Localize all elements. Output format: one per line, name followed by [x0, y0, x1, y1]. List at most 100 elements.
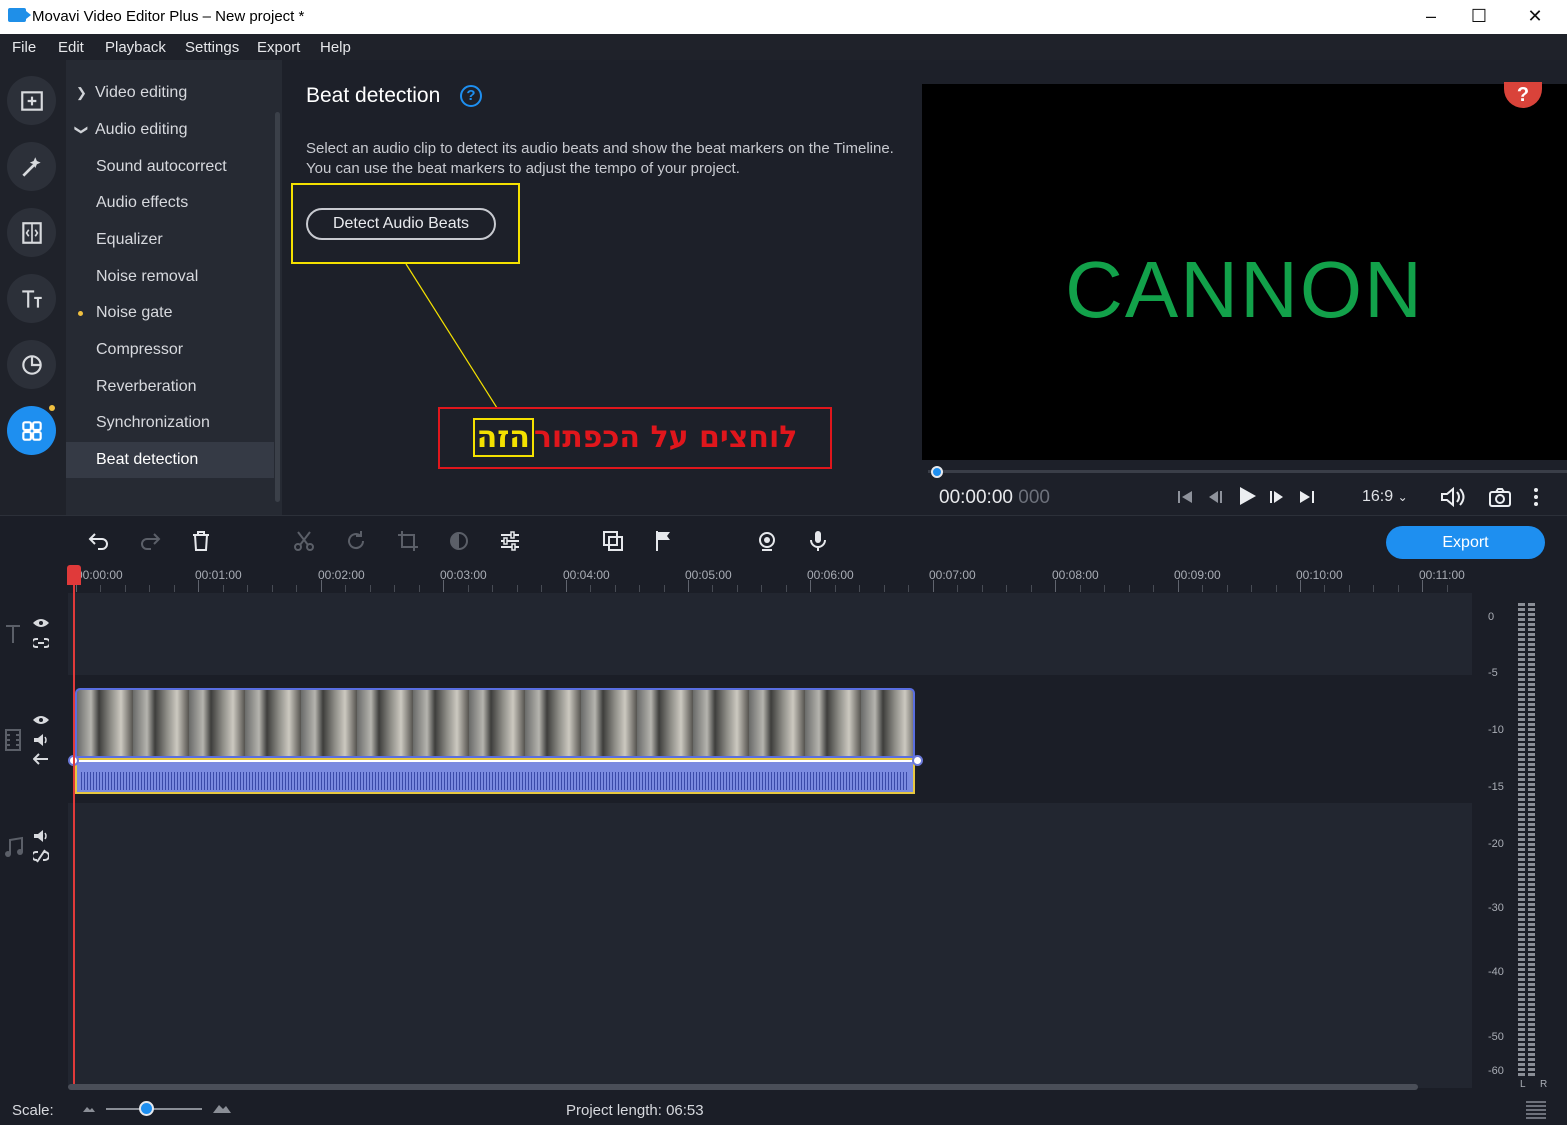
vu-bar-right — [1528, 603, 1535, 1076]
ruler-minor-tick — [1373, 585, 1375, 592]
vu-label: -10 — [1488, 724, 1504, 736]
vu-label: -60 — [1488, 1065, 1504, 1077]
video-clip-thumbnails[interactable] — [75, 688, 915, 758]
delete-button[interactable] — [188, 528, 214, 554]
record-webcam-button[interactable] — [754, 528, 780, 554]
detect-audio-beats-button[interactable]: Detect Audio Beats — [306, 208, 496, 240]
video-preview[interactable]: CANNON ? — [922, 82, 1567, 460]
video-track-icon — [5, 729, 21, 751]
ruler-major-tick — [810, 580, 812, 592]
overlay-button[interactable] — [600, 528, 626, 554]
ruler-major-tick — [320, 580, 322, 592]
skip-to-start-icon[interactable] — [1176, 488, 1194, 506]
redo-icon — [141, 533, 161, 550]
skip-to-end-icon[interactable] — [1298, 488, 1316, 506]
audio-meter-toggle-icon[interactable] — [1524, 1099, 1548, 1119]
playhead-line[interactable] — [73, 565, 75, 1088]
ruler-label: 00:05:00 — [685, 568, 732, 582]
arrow-left-icon[interactable] — [33, 753, 49, 765]
title-track[interactable] — [68, 593, 1472, 675]
transitions-button[interactable] — [7, 208, 56, 257]
record-voice-button[interactable] — [805, 528, 831, 554]
menu-settings[interactable]: Settings — [185, 39, 239, 56]
clip-audio-waveform[interactable] — [75, 758, 915, 794]
help-button[interactable]: ? — [1504, 82, 1542, 108]
playback-position-knob[interactable] — [931, 466, 943, 478]
volume-icon[interactable] — [1440, 486, 1466, 508]
filters-button[interactable] — [7, 142, 56, 191]
next-frame-icon[interactable] — [1268, 488, 1286, 506]
ruler-minor-tick — [590, 585, 592, 592]
menu-audio-editing[interactable]: ❯ Audio editing — [66, 112, 274, 148]
scale-slider-knob[interactable] — [139, 1101, 154, 1116]
fade-out-handle[interactable] — [912, 755, 923, 766]
vu-label: -30 — [1488, 902, 1504, 914]
ruler-minor-tick — [834, 585, 836, 592]
menu-noise-removal[interactable]: Noise removal — [66, 259, 274, 295]
add-marker-button[interactable] — [651, 528, 677, 554]
webcam-icon — [759, 532, 775, 551]
help-icon[interactable]: ? — [460, 85, 482, 107]
titles-button[interactable] — [7, 274, 56, 323]
ruler-minor-tick — [345, 585, 347, 592]
menu-edit[interactable]: Edit — [58, 39, 84, 56]
zoom-in-icon[interactable] — [212, 1101, 232, 1114]
track-headers — [0, 593, 68, 1088]
import-media-button[interactable] — [7, 76, 56, 125]
menu-file[interactable]: File — [12, 39, 36, 56]
close-button[interactable]: ✕ — [1512, 4, 1558, 30]
clip-properties-button[interactable] — [497, 528, 523, 554]
link-icon[interactable] — [33, 637, 49, 649]
eye-icon[interactable] — [32, 714, 50, 726]
ruler-minor-tick — [1251, 585, 1253, 592]
color-adjust-button[interactable] — [446, 528, 472, 554]
volume-line[interactable] — [71, 760, 919, 762]
redo-button[interactable] — [137, 528, 163, 554]
menu-help[interactable]: Help — [320, 39, 351, 56]
playback-progress-bar[interactable] — [928, 470, 1567, 473]
menu-noise-gate[interactable]: Noise gate — [66, 295, 274, 331]
scale-slider-track[interactable] — [106, 1108, 202, 1110]
music-track[interactable] — [68, 803, 1472, 1088]
menu-video-editing[interactable]: ❯ Video editing — [66, 75, 274, 111]
undo-button[interactable] — [86, 528, 112, 554]
maximize-button[interactable]: ☐ — [1456, 4, 1502, 30]
ruler-minor-tick — [541, 585, 543, 592]
stickers-button[interactable] — [7, 340, 56, 389]
previous-frame-icon[interactable] — [1206, 488, 1224, 506]
zoom-out-icon[interactable] — [82, 1103, 96, 1113]
aspect-ratio-select[interactable]: 16:9 ⌄ — [1362, 488, 1408, 506]
unlink-icon[interactable] — [33, 849, 49, 863]
ruler-minor-tick — [736, 585, 738, 592]
menu-reverberation[interactable]: Reverberation — [66, 369, 274, 405]
ruler-minor-tick — [418, 585, 420, 592]
menu-beat-detection[interactable]: Beat detection — [66, 442, 274, 478]
menu-equalizer[interactable]: Equalizer — [66, 222, 274, 258]
export-button[interactable]: Export — [1386, 526, 1545, 559]
crop-button[interactable] — [395, 528, 421, 554]
minimize-button[interactable]: – — [1408, 4, 1454, 30]
cut-button[interactable] — [291, 528, 317, 554]
speaker-icon[interactable] — [33, 733, 49, 747]
more-tools-button[interactable] — [7, 406, 56, 455]
ruler-minor-tick — [981, 585, 983, 592]
menu-compressor[interactable]: Compressor — [66, 332, 274, 368]
rotate-button[interactable] — [343, 528, 369, 554]
video-clip[interactable] — [68, 688, 923, 794]
play-icon[interactable] — [1236, 485, 1258, 507]
speaker-icon[interactable] — [33, 829, 49, 843]
timeline-horizontal-scrollbar[interactable] — [68, 1084, 1418, 1090]
menu-export[interactable]: Export — [257, 39, 300, 56]
menu-synchronization[interactable]: Synchronization — [66, 405, 274, 441]
menu-playback[interactable]: Playback — [105, 39, 166, 56]
menu-sound-autocorrect[interactable]: Sound autocorrect — [66, 149, 274, 185]
menu-audio-effects[interactable]: Audio effects — [66, 185, 274, 221]
more-options-icon[interactable] — [1530, 486, 1542, 508]
ruler-minor-tick — [1226, 585, 1228, 592]
timeline-ruler[interactable]: 00:00:00 00:01:00 00:02:00 00:03:00 00:0… — [68, 565, 1472, 593]
playhead-handle[interactable] — [67, 565, 81, 585]
side-menu-scrollbar[interactable] — [275, 112, 280, 502]
eye-icon[interactable] — [32, 617, 50, 629]
vu-label: -40 — [1488, 966, 1504, 978]
snapshot-camera-icon[interactable] — [1488, 486, 1512, 508]
